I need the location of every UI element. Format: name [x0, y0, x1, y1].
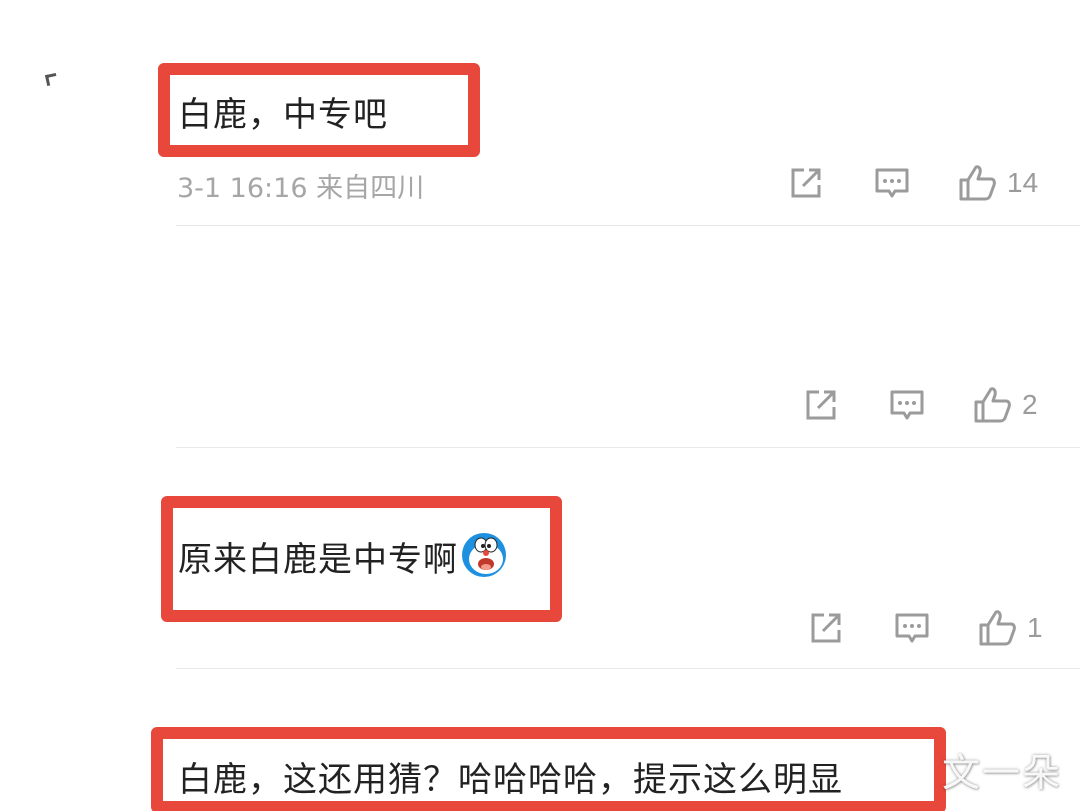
like-button[interactable]: 14 — [957, 164, 1038, 202]
divider — [176, 225, 1080, 226]
share-icon[interactable] — [803, 387, 839, 423]
share-icon[interactable] — [808, 610, 844, 646]
comment-icon[interactable] — [894, 610, 930, 646]
like-button[interactable]: 1 — [977, 609, 1043, 647]
corner-mark — [44, 72, 59, 87]
doraemon-emoji-icon — [460, 531, 508, 579]
comment-meta-1: 3-1 16:16 来自四川 — [177, 173, 425, 204]
divider — [176, 447, 1080, 448]
comment-actions-2: 2 — [803, 385, 1038, 425]
comment-thread-screenshot: 白鹿，中专吧 3-1 16:16 来自四川 14 2 原来白鹿是中专啊 1 白鹿… — [0, 0, 1080, 811]
like-button[interactable]: 2 — [972, 386, 1038, 424]
comment-actions-3: 1 — [808, 608, 1043, 648]
divider — [176, 668, 1080, 669]
like-count: 1 — [1027, 612, 1043, 643]
thumbs-up-icon — [959, 165, 996, 201]
comment-text-1: 白鹿，中专吧 — [178, 95, 388, 135]
like-count: 2 — [1022, 389, 1038, 420]
comment-icon[interactable] — [889, 387, 925, 423]
watermark: 文一朵 — [941, 751, 1062, 795]
comment-icon[interactable] — [874, 165, 910, 201]
comment-text: 原来白鹿是中专啊 — [178, 540, 458, 580]
thumbs-up-icon — [974, 387, 1011, 423]
comment-text-4: 白鹿，这还用猜？哈哈哈哈，提示这么明显 — [178, 760, 843, 800]
share-icon[interactable] — [788, 165, 824, 201]
like-count: 14 — [1007, 167, 1039, 198]
comment-actions-1: 14 — [788, 163, 1038, 203]
thumbs-up-icon — [979, 610, 1016, 646]
comment-text-3: 原来白鹿是中专啊 — [178, 531, 508, 581]
